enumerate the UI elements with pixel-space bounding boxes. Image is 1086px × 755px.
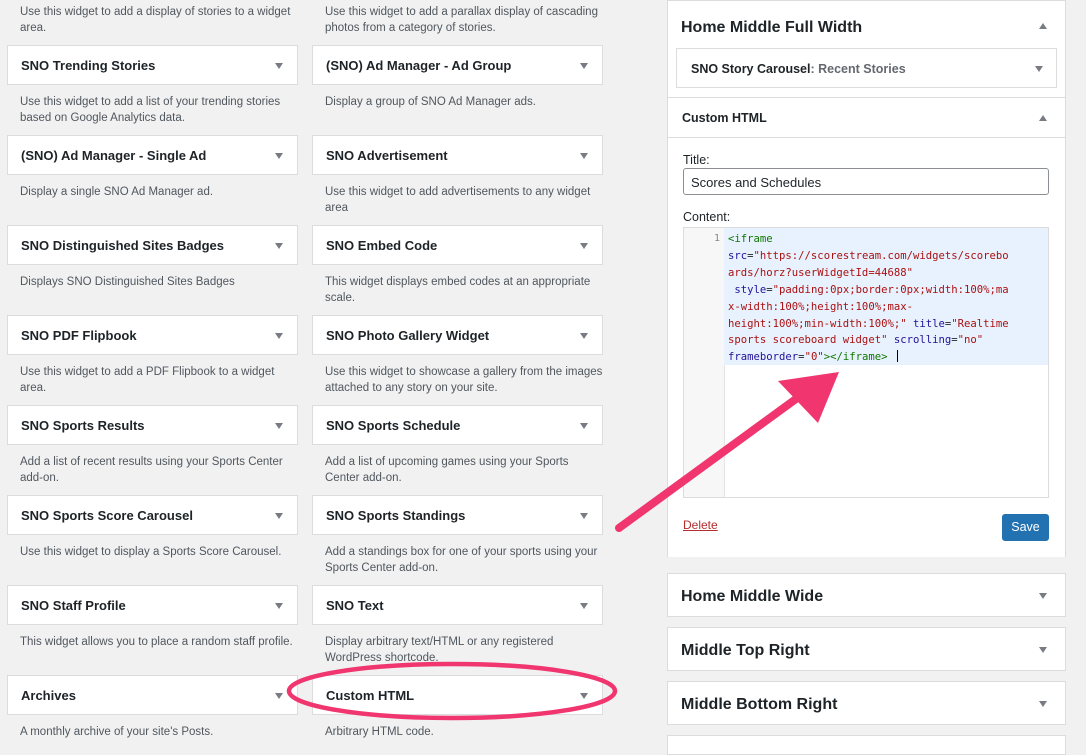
widget-area-title: Middle Top Right: [681, 642, 810, 659]
expand-arrow-icon[interactable]: [275, 513, 283, 519]
widget-description: Use this widget to showcase a gallery fr…: [325, 366, 603, 394]
widget-title: SNO Sports Standings: [326, 508, 466, 523]
widget-item[interactable]: SNO Distinguished Sites Badges: [7, 225, 298, 265]
widget-item[interactable]: SNO Sports Score Carousel: [7, 495, 298, 535]
widget-area-title: Middle Bottom Right: [681, 696, 838, 713]
widget-area-title: Home Middle Wide: [681, 588, 824, 605]
expand-arrow-icon[interactable]: [275, 243, 283, 249]
expand-arrow-icon[interactable]: [1039, 701, 1047, 707]
widget-title: SNO Staff Profile: [21, 598, 126, 613]
expand-arrow-icon[interactable]: [275, 603, 283, 609]
widget-title: SNO Text: [326, 598, 384, 613]
widget-title: SNO Distinguished Sites Badges: [21, 238, 224, 253]
widget-title: Custom HTML: [326, 688, 415, 703]
widget-subtitle: : Recent Stories: [810, 62, 906, 76]
widget-item[interactable]: SNO Text: [312, 585, 603, 625]
widget-item[interactable]: SNO PDF Flipbook: [7, 315, 298, 355]
expand-arrow-icon[interactable]: [275, 333, 283, 339]
delete-link[interactable]: Delete: [683, 518, 718, 532]
widget-description: Use this widget to add a display of stor…: [20, 6, 291, 34]
widget-header-divider: [668, 137, 1065, 138]
widget-area-middle-bottom-right[interactable]: Middle Bottom Right: [667, 681, 1066, 725]
collapse-arrow-icon[interactable]: [1039, 115, 1047, 121]
expand-arrow-icon[interactable]: [580, 153, 588, 159]
widget-title: SNO Embed Code: [326, 238, 438, 253]
widget-description: Use this widget to display a Sports Scor…: [20, 546, 282, 558]
line-number: 1: [713, 233, 720, 244]
collapse-arrow-icon[interactable]: [1039, 23, 1047, 29]
widget-item[interactable]: Archives: [7, 675, 298, 715]
title-input[interactable]: Scores and Schedules: [683, 168, 1049, 195]
widget-area-next[interactable]: [667, 735, 1066, 755]
widget-area-title[interactable]: Home Middle Full Width: [681, 19, 862, 37]
expand-arrow-icon[interactable]: [580, 603, 588, 609]
widget-area-home-middle-wide[interactable]: Home Middle Wide: [667, 573, 1066, 617]
widget-item[interactable]: Custom HTML: [312, 675, 603, 715]
widget-item[interactable]: SNO Advertisement: [312, 135, 603, 175]
expand-arrow-icon[interactable]: [275, 693, 283, 699]
expand-arrow-icon[interactable]: [1039, 593, 1047, 599]
widget-description: This widget displays embed codes at an a…: [325, 276, 591, 304]
widget-title: SNO Sports Score Carousel: [21, 508, 193, 523]
expand-arrow-icon[interactable]: [1035, 66, 1043, 72]
expand-arrow-icon[interactable]: [1039, 647, 1047, 653]
widget-description: Use this widget to add a PDF Flipbook to…: [20, 366, 275, 394]
code-content[interactable]: <iframe src="https://scorestream.com/wid…: [724, 228, 1048, 365]
expand-arrow-icon[interactable]: [275, 153, 283, 159]
widget-title: SNO Trending Stories: [21, 58, 156, 73]
widget-title: SNO Photo Gallery Widget: [326, 328, 490, 343]
widget-item[interactable]: SNO Photo Gallery Widget: [312, 315, 603, 355]
widget-description: Display a group of SNO Ad Manager ads.: [325, 96, 536, 108]
widget-item[interactable]: SNO Sports Results: [7, 405, 298, 445]
widget-item[interactable]: SNO Staff Profile: [7, 585, 298, 625]
expand-arrow-icon[interactable]: [580, 423, 588, 429]
widget-description: Displays SNO Distinguished Sites Badges: [20, 276, 235, 288]
widget-description: Add a standings box for one of your spor…: [325, 546, 598, 574]
line-number-gutter: 1: [684, 228, 725, 497]
widget-title: SNO PDF Flipbook: [21, 328, 137, 343]
expand-arrow-icon[interactable]: [275, 423, 283, 429]
widget-title: SNO Sports Schedule: [326, 418, 461, 433]
widget-description: Use this widget to add a list of your tr…: [20, 96, 281, 124]
widget-title: SNO Advertisement: [326, 148, 448, 163]
widget-item[interactable]: (SNO) Ad Manager - Single Ad: [7, 135, 298, 175]
widget-description: Use this widget to add a parallax displa…: [325, 6, 598, 34]
widget-area-middle-top-right[interactable]: Middle Top Right: [667, 627, 1066, 671]
expand-arrow-icon[interactable]: [275, 63, 283, 69]
widget-description: Add a list of upcoming games using your …: [325, 456, 569, 484]
widget-description: This widget allows you to place a random…: [20, 636, 293, 648]
expand-arrow-icon[interactable]: [580, 513, 588, 519]
expand-arrow-icon[interactable]: [580, 243, 588, 249]
widget-area-home-middle-full-width: Home Middle Full Width SNO Story Carouse…: [667, 0, 1066, 557]
widget-item[interactable]: SNO Trending Stories: [7, 45, 298, 85]
expand-arrow-icon[interactable]: [580, 333, 588, 339]
widget-item[interactable]: SNO Embed Code: [312, 225, 603, 265]
code-editor[interactable]: 1 <iframe src="https://scorestream.com/w…: [683, 227, 1049, 498]
save-button[interactable]: Save: [1002, 514, 1049, 541]
expand-arrow-icon[interactable]: [580, 693, 588, 699]
widget-title: (SNO) Ad Manager - Ad Group: [326, 58, 512, 73]
widget-description: A monthly archive of your site's Posts.: [20, 726, 214, 738]
widget-story-carousel[interactable]: SNO Story Carousel: Recent Stories: [676, 48, 1057, 88]
widget-description: Arbitrary HTML code.: [325, 726, 434, 738]
widget-title: (SNO) Ad Manager - Single Ad: [21, 148, 207, 163]
expand-arrow-icon[interactable]: [580, 63, 588, 69]
widget-title: SNO Sports Results: [21, 418, 145, 433]
widget-title: SNO Story Carousel: [691, 62, 811, 76]
widget-description: Display arbitrary text/HTML or any regis…: [325, 636, 554, 664]
widget-item[interactable]: SNO Sports Standings: [312, 495, 603, 535]
widget-description: Add a list of recent results using your …: [20, 456, 283, 484]
widget-title[interactable]: Custom HTML: [682, 111, 767, 125]
widget-title: Archives: [21, 688, 76, 703]
widget-item[interactable]: SNO Sports Schedule: [312, 405, 603, 445]
content-label: Content:: [683, 210, 731, 224]
widget-item[interactable]: (SNO) Ad Manager - Ad Group: [312, 45, 603, 85]
title-label: Title:: [683, 153, 710, 167]
widget-description: Display a single SNO Ad Manager ad.: [20, 186, 214, 198]
widget-description: Use this widget to add advertisements to…: [325, 186, 591, 214]
